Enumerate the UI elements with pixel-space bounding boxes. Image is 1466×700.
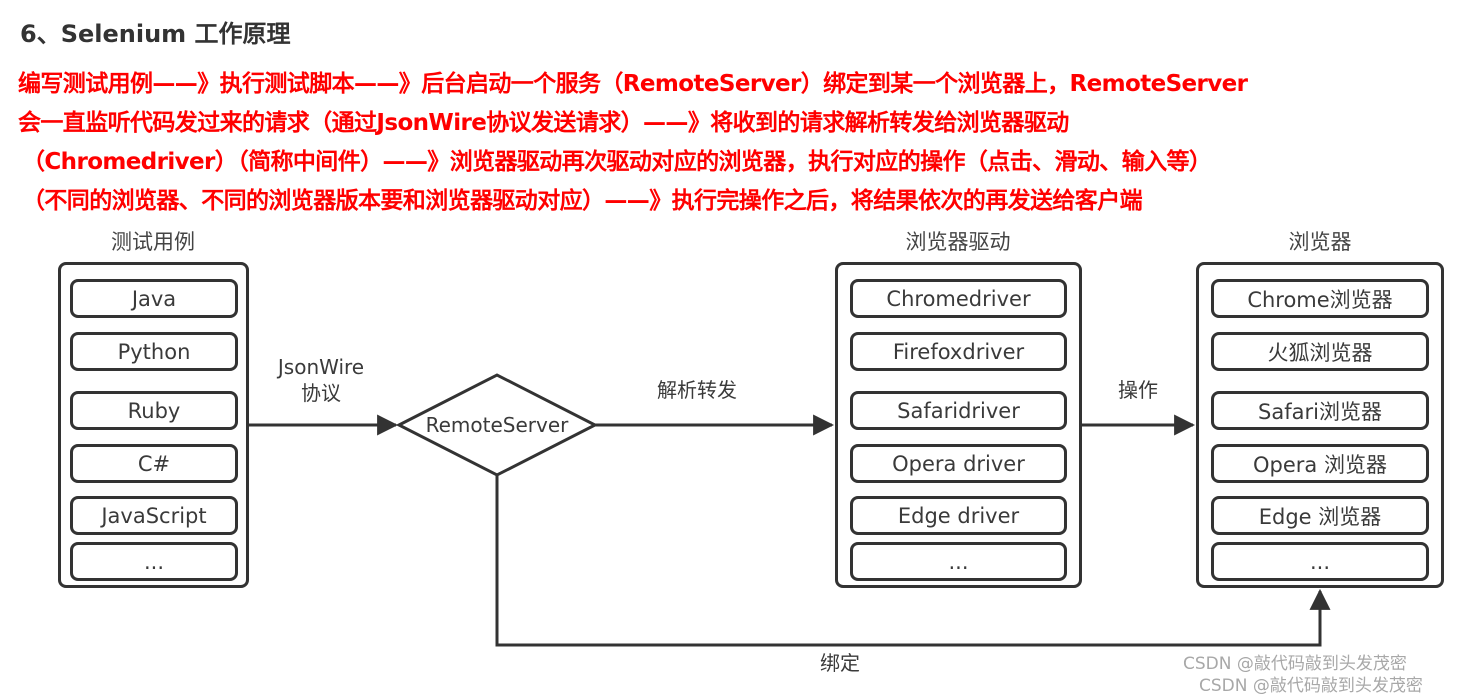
driver-firefox: Firefoxdriver: [850, 332, 1067, 371]
driver-opera: Opera driver: [850, 444, 1067, 483]
watermark-2: CSDN @敲代码敲到头发茂密: [1199, 676, 1423, 696]
test-case-python: Python: [70, 332, 238, 371]
browser-safari: Safari浏览器: [1211, 391, 1429, 430]
browsers-heading: 浏览器: [1288, 230, 1352, 254]
jsonwire-label-line1: JsonWire: [277, 355, 365, 379]
remote-server-label: RemoteServer: [426, 413, 570, 437]
driver-safari: Safaridriver: [850, 391, 1067, 430]
driver-chrome: Chromedriver: [850, 279, 1067, 318]
test-cases-heading: 测试用例: [111, 230, 195, 254]
test-case-more: ...: [70, 542, 238, 581]
jsonwire-protocol-label: JsonWire 协议: [278, 354, 364, 406]
browser-firefox: 火狐浏览器: [1211, 332, 1429, 371]
test-case-javascript: JavaScript: [70, 496, 238, 535]
browser-edge: Edge 浏览器: [1211, 496, 1429, 535]
driver-edge: Edge driver: [850, 496, 1067, 535]
test-case-csharp: C#: [70, 444, 238, 483]
driver-more: ...: [850, 542, 1067, 581]
operate-label: 操作: [1118, 378, 1158, 402]
browser-opera: Opera 浏览器: [1211, 444, 1429, 483]
bind-label: 绑定: [820, 651, 860, 675]
browser-chrome: Chrome浏览器: [1211, 279, 1429, 318]
parse-forward-label: 解析转发: [657, 378, 737, 402]
drivers-heading: 浏览器驱动: [905, 230, 1011, 254]
jsonwire-label-line2: 协议: [301, 381, 341, 405]
test-case-java: Java: [70, 279, 238, 318]
test-case-ruby: Ruby: [70, 391, 238, 430]
browser-more: ...: [1211, 542, 1429, 581]
